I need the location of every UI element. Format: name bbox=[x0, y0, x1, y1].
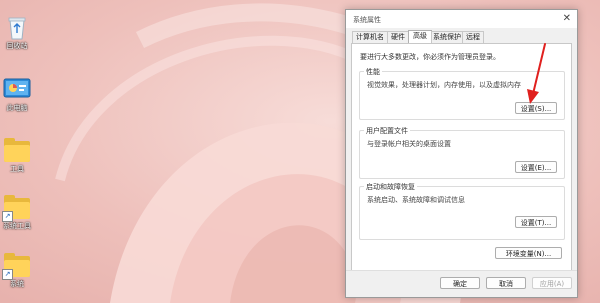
tab-panel-advanced: 要进行大多数更改，你必须作为管理员登录。 性能 视觉效果，处理器计划，内存使用，… bbox=[351, 43, 572, 272]
desktop-icon-label: 系统 bbox=[10, 280, 24, 288]
ok-button[interactable]: 确定 bbox=[440, 277, 480, 289]
control-panel-icon bbox=[2, 76, 32, 102]
desktop-icon-label: 系统工具 bbox=[3, 222, 31, 230]
user-profiles-settings-button[interactable]: 设置(E)... bbox=[515, 161, 557, 173]
desktop-icon-label: 工具 bbox=[10, 165, 24, 173]
group-description: 视觉效果，处理器计划，内存使用，以及虚拟内存 bbox=[367, 81, 521, 89]
apply-button[interactable]: 应用(A) bbox=[532, 277, 572, 289]
close-icon[interactable]: ✕ bbox=[563, 13, 571, 25]
desktop-icon-recycle-bin[interactable]: 回收站 bbox=[0, 14, 37, 50]
desktop-icon-folder-shortcut[interactable]: ↗ 系统 bbox=[0, 252, 37, 288]
group-description: 与登录帐户相关的桌面设置 bbox=[367, 140, 451, 148]
shortcut-arrow-icon: ↗ bbox=[2, 211, 13, 222]
desktop-icon-folder-shortcut[interactable]: ↗ 系统工具 bbox=[0, 194, 37, 230]
startup-recovery-group: 启动和故障恢复 系统启动、系统故障和调试信息 设置(T)... bbox=[359, 182, 565, 240]
desktop-icon-folder[interactable]: 工具 bbox=[0, 137, 37, 173]
group-title: 性能 bbox=[364, 67, 382, 77]
folder-icon bbox=[2, 137, 32, 163]
folder-icon: ↗ bbox=[2, 194, 32, 222]
tab-remote[interactable]: 远程 bbox=[462, 31, 484, 43]
performance-group: 性能 视觉效果，处理器计划，内存使用，以及虚拟内存 设置(S)... bbox=[359, 67, 565, 120]
user-profiles-group: 用户配置文件 与登录帐户相关的桌面设置 设置(E)... bbox=[359, 126, 565, 179]
cancel-button[interactable]: 取消 bbox=[486, 277, 526, 289]
dialog-titlebar[interactable]: 系统属性 ✕ bbox=[346, 10, 577, 28]
dialog-footer: 确定 取消 应用(A) bbox=[346, 270, 577, 297]
group-description: 系统启动、系统故障和调试信息 bbox=[367, 196, 465, 204]
tab-system-protection[interactable]: 系统保护 bbox=[431, 31, 463, 43]
tab-advanced[interactable]: 高级 bbox=[408, 30, 432, 43]
system-properties-dialog: 系统属性 ✕ 计算机名 硬件 高级 系统保护 远程 要进行大多数更改，你必须作为… bbox=[345, 9, 578, 298]
tab-hardware[interactable]: 硬件 bbox=[387, 31, 409, 43]
dialog-title: 系统属性 bbox=[353, 16, 381, 24]
desktop-icon-label: 此电脑 bbox=[6, 104, 28, 112]
desktop-icon-this-pc[interactable]: 此电脑 bbox=[0, 76, 37, 112]
group-title: 启动和故障恢复 bbox=[364, 182, 417, 192]
startup-recovery-settings-button[interactable]: 设置(T)... bbox=[515, 216, 557, 228]
recycle-bin-icon bbox=[2, 14, 32, 40]
shortcut-arrow-icon: ↗ bbox=[2, 269, 13, 280]
group-title: 用户配置文件 bbox=[364, 126, 410, 136]
desktop-icon-label: 回收站 bbox=[6, 42, 28, 50]
admin-note: 要进行大多数更改，你必须作为管理员登录。 bbox=[360, 53, 500, 61]
performance-settings-button[interactable]: 设置(S)... bbox=[515, 102, 557, 114]
folder-icon: ↗ bbox=[2, 252, 32, 280]
tab-computer-name[interactable]: 计算机名 bbox=[352, 31, 388, 43]
environment-variables-button[interactable]: 环境变量(N)... bbox=[495, 247, 562, 259]
